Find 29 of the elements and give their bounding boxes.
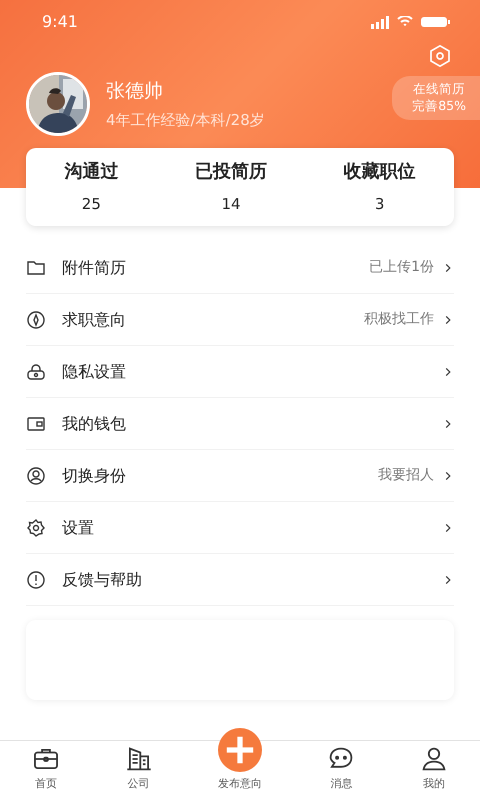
- settings-icon: [26, 518, 46, 538]
- tab-bar-item[interactable]: 公司: [92, 741, 185, 800]
- stat-item[interactable]: 收藏职位 3: [344, 158, 416, 216]
- menu-item[interactable]: 隐私设置: [26, 346, 454, 398]
- alert-icon: [26, 570, 46, 590]
- user-details: 4年工作经验/本科/28岁: [106, 110, 266, 131]
- building-icon: [126, 746, 152, 772]
- menu-item[interactable]: 设置: [26, 502, 454, 554]
- tab-bar-item[interactable]: 消息: [295, 741, 388, 800]
- tab-bar-item[interactable]: 首页: [0, 741, 92, 800]
- compass-icon: [26, 310, 46, 330]
- tab-bar-item[interactable]: 我的: [388, 741, 480, 800]
- menu-item[interactable]: 切换身份 我要招人: [26, 450, 454, 502]
- menu-item[interactable]: 求职意向 积极找工作: [26, 294, 454, 346]
- tab-bar-item[interactable]: 发布意向: [184, 717, 296, 800]
- user-icon: [26, 466, 46, 486]
- battery-icon: [421, 17, 450, 27]
- signal-icon: [371, 16, 389, 28]
- wifi-icon: [397, 16, 413, 28]
- menu-item[interactable]: 附件简历 已上传1份: [26, 242, 454, 294]
- status-time: 9:41: [41, 11, 78, 33]
- menu-item[interactable]: 反馈与帮助: [26, 554, 454, 606]
- user-name: 张德帅: [106, 78, 164, 104]
- person-icon: [420, 746, 447, 772]
- settings-icon[interactable]: [428, 44, 452, 68]
- lock-icon: [26, 362, 46, 382]
- stat-item[interactable]: 已投简历 14: [195, 158, 267, 216]
- menu-item[interactable]: 我的钱包: [26, 398, 454, 450]
- stat-item[interactable]: 沟通过 25: [64, 158, 118, 216]
